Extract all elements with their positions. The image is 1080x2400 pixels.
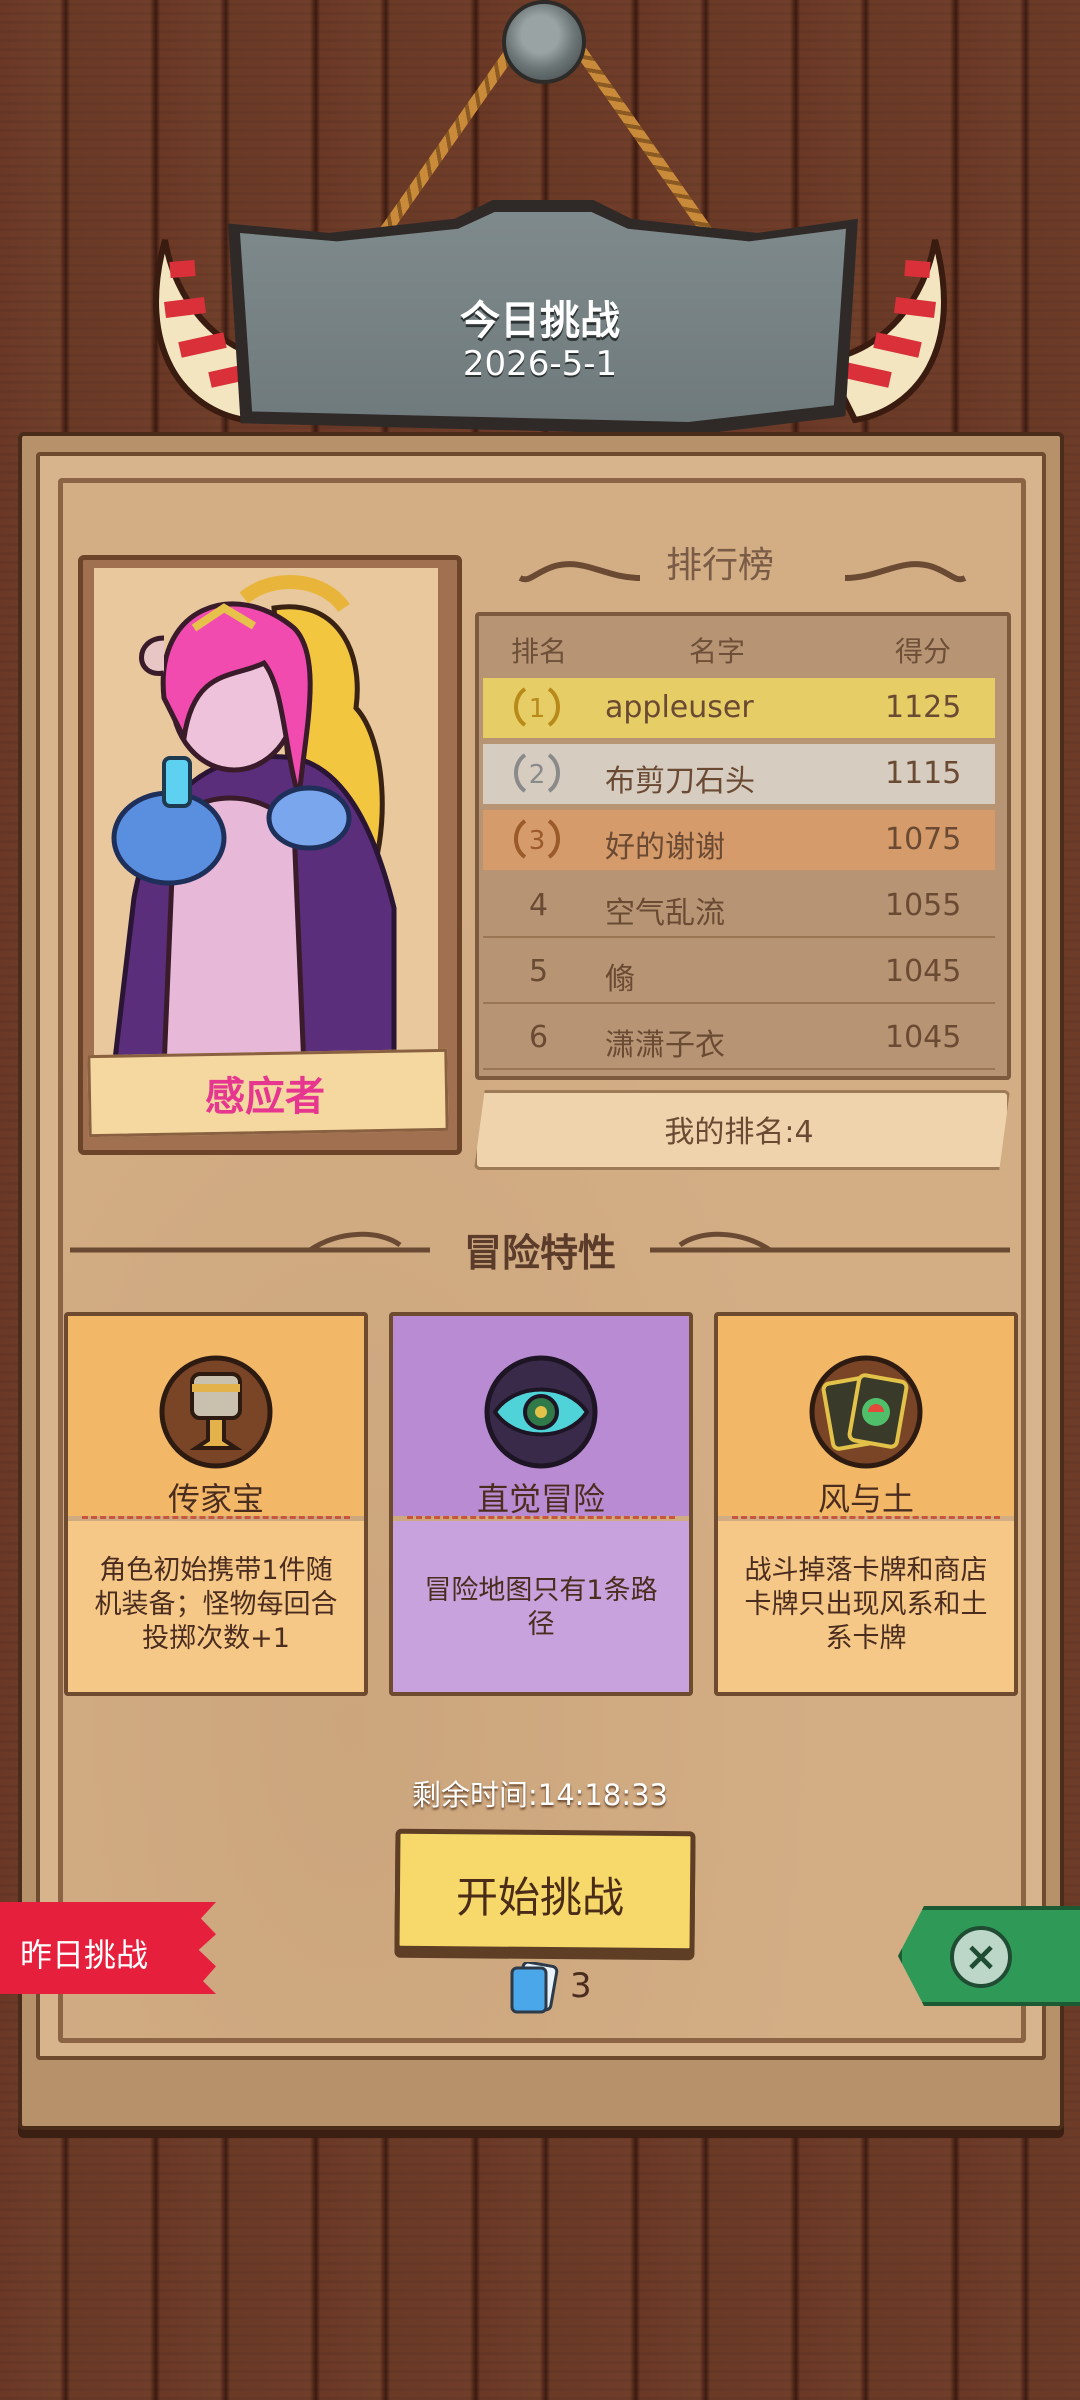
player-name: appleuser xyxy=(605,690,754,725)
card-title: 传家宝 xyxy=(167,1480,264,1518)
wind-earth-cards-icon xyxy=(809,1355,923,1469)
leaderboard-row: 1 appleuser 1125 xyxy=(483,678,995,738)
trait-card-heirloom[interactable]: 传家宝 角色初始携带1件随机装备；怪物每回合投掷次数+1 xyxy=(64,1312,368,1696)
player-score: 1115 xyxy=(885,756,962,791)
remaining-time: 剩余时间:14:18:33 xyxy=(411,1778,669,1812)
rank-number: 4 xyxy=(529,888,549,923)
player-score: 1055 xyxy=(885,888,962,923)
column-name: 名字 xyxy=(689,635,746,668)
player-score: 1045 xyxy=(885,954,962,989)
leaderboard-row: 3 好的谢谢 1075 xyxy=(483,810,995,870)
card-description: 冒险地图只有1条路径 xyxy=(424,1575,658,1640)
player-score: 1045 xyxy=(885,1020,962,1055)
player-score: 1125 xyxy=(885,690,962,725)
player-name: 潇潇子衣 xyxy=(605,1028,725,1063)
intuition-eye-icon xyxy=(484,1355,598,1469)
player-name: 翛 xyxy=(605,962,635,997)
card-description: 战斗掉落卡牌和商店卡牌只出现风系和土系卡牌 xyxy=(744,1555,988,1654)
rank-number: 6 xyxy=(529,1020,549,1055)
column-rank: 排名 xyxy=(511,635,568,668)
rank-laurel-icon: 3 xyxy=(514,819,560,859)
leaderboard-row: 6 潇潇子衣 1045 xyxy=(483,1008,995,1070)
leaderboard-title: 排行榜 xyxy=(665,545,774,586)
trait-card-wind-earth[interactable]: 风与土 战斗掉落卡牌和商店卡牌只出现风系和土系卡牌 xyxy=(714,1312,1018,1696)
yesterday-challenge-label: 昨日挑战 xyxy=(20,1936,149,1974)
character-portrait[interactable] xyxy=(94,568,438,1068)
ornament-right-icon xyxy=(844,561,967,583)
card-title: 风与土 xyxy=(817,1480,914,1518)
character-name: 感应者 xyxy=(205,1074,325,1120)
rank-number: 1 xyxy=(529,694,546,724)
leaderboard-row: 5 翛 1045 xyxy=(483,942,995,1004)
nail-icon xyxy=(502,0,586,84)
ornament-left-icon xyxy=(518,561,641,583)
player-score: 1075 xyxy=(885,822,962,857)
rank-number: 3 xyxy=(529,826,546,856)
rank-number: 2 xyxy=(529,760,546,790)
leaderboard-row: 2 布剪刀石头 1115 xyxy=(483,744,995,804)
close-icon[interactable]: × xyxy=(950,1926,1012,1988)
rank-laurel-icon: 2 xyxy=(514,753,560,793)
leaderboard-row: 4 空气乱流 1055 xyxy=(483,876,995,938)
player-name: 布剪刀石头 xyxy=(605,764,755,799)
leaderboard-header: 排名 名字 得分 xyxy=(475,622,1003,672)
start-challenge-label: 开始挑战 xyxy=(455,1873,624,1922)
my-rank: 我的排名:4 xyxy=(664,1115,814,1150)
heirloom-chalice-icon xyxy=(159,1355,273,1469)
player-name: 空气乱流 xyxy=(605,896,725,931)
rank-number: 5 xyxy=(529,954,549,989)
rank-laurel-icon: 1 xyxy=(514,687,560,727)
traits-title: 冒险特性 xyxy=(463,1231,616,1275)
trait-card-intuition[interactable]: 直觉冒险 冒险地图只有1条路径 xyxy=(389,1312,693,1696)
page-title: 今日挑战 xyxy=(460,298,620,344)
challenge-date: 2026-5-1 xyxy=(462,344,618,384)
deck-count: 3 xyxy=(570,1966,592,2006)
card-deck-icon xyxy=(510,1962,559,2014)
card-description: 角色初始携带1件随机装备；怪物每回合投掷次数+1 xyxy=(94,1555,338,1654)
player-name: 好的谢谢 xyxy=(605,830,725,865)
column-score: 得分 xyxy=(895,635,952,668)
card-title: 直觉冒险 xyxy=(476,1480,605,1518)
